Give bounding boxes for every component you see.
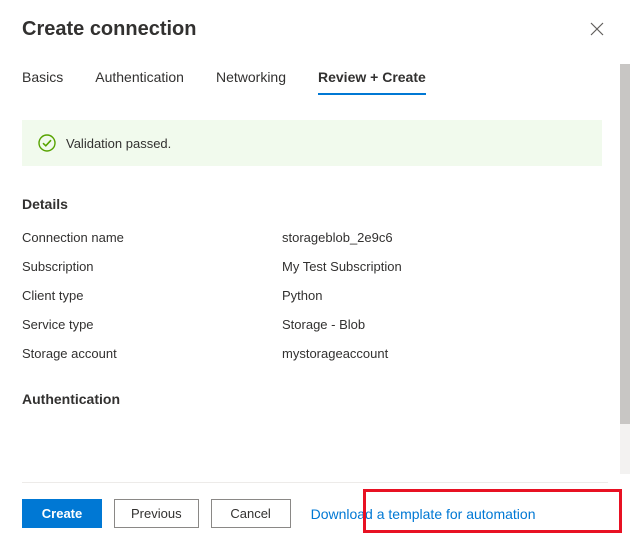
details-section-title: Details <box>22 196 602 212</box>
panel-header: Create connection <box>22 18 608 41</box>
create-button[interactable]: Create <box>22 499 102 528</box>
validation-message: Validation passed. <box>66 136 171 151</box>
footer-bar: Create Previous Cancel Download a templa… <box>22 482 608 542</box>
detail-label: Storage account <box>22 346 282 361</box>
authentication-section-title: Authentication <box>22 391 602 407</box>
detail-label: Connection name <box>22 230 282 245</box>
validation-banner: Validation passed. <box>22 120 602 166</box>
scrollbar-thumb[interactable] <box>620 64 630 424</box>
detail-value: Python <box>282 288 322 303</box>
detail-value: mystorageaccount <box>282 346 388 361</box>
download-template-link[interactable]: Download a template for automation <box>311 506 536 522</box>
previous-button[interactable]: Previous <box>114 499 199 528</box>
detail-label: Client type <box>22 288 282 303</box>
close-icon <box>590 22 604 36</box>
detail-row-connection-name: Connection name storageblob_2e9c6 <box>22 230 602 245</box>
detail-row-storage-account: Storage account mystorageaccount <box>22 346 602 361</box>
detail-row-client-type: Client type Python <box>22 288 602 303</box>
close-button[interactable] <box>586 18 608 40</box>
page-title: Create connection <box>22 18 196 41</box>
tab-review-create[interactable]: Review + Create <box>318 69 426 95</box>
detail-label: Service type <box>22 317 282 332</box>
tab-networking[interactable]: Networking <box>216 69 286 95</box>
cancel-button[interactable]: Cancel <box>211 499 291 528</box>
content-area: Validation passed. Details Connection na… <box>22 120 608 482</box>
tab-authentication[interactable]: Authentication <box>95 69 184 95</box>
tab-basics[interactable]: Basics <box>22 69 63 95</box>
detail-value: My Test Subscription <box>282 259 402 274</box>
detail-value: storageblob_2e9c6 <box>282 230 393 245</box>
detail-row-service-type: Service type Storage - Blob <box>22 317 602 332</box>
detail-value: Storage - Blob <box>282 317 365 332</box>
success-check-icon <box>38 134 56 152</box>
detail-label: Subscription <box>22 259 282 274</box>
tab-bar: Basics Authentication Networking Review … <box>22 69 608 96</box>
detail-row-subscription: Subscription My Test Subscription <box>22 259 602 274</box>
